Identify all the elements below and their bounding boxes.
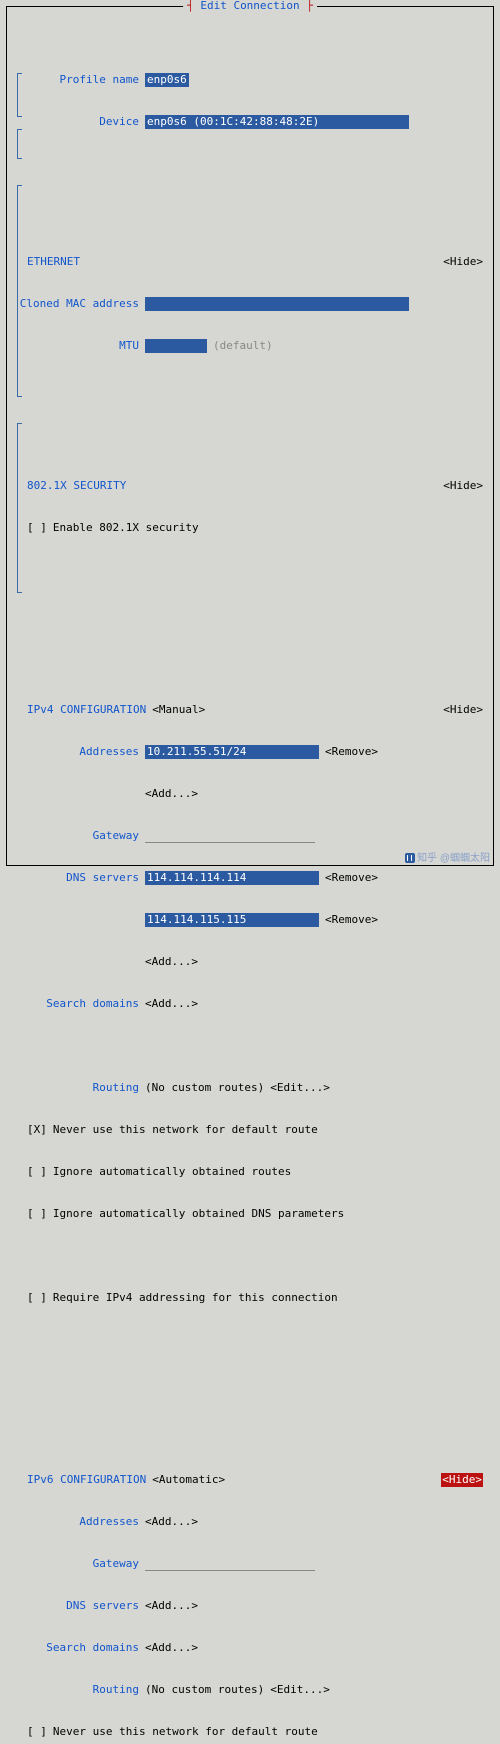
select-ipv4-mode[interactable]: <Manual> <box>152 703 205 717</box>
label-ipv4-never-default: Never use this network for default route <box>53 1123 318 1137</box>
edit-ipv6-routes[interactable]: <Edit...> <box>270 1683 330 1697</box>
row-ipv6-gateway: Gateway <box>13 1557 487 1571</box>
label-ipv6-never-default: Never use this network for default route <box>53 1725 318 1739</box>
input-ipv4-addr1[interactable]: 10.211.55.51/24 <box>145 745 319 759</box>
window-title: ┤ Edit Connection ├ <box>183 0 317 13</box>
row-enable-8021x: [ ] Enable 802.1X security <box>13 521 487 535</box>
bracket-8021x <box>17 129 22 159</box>
label-ipv6-dns: DNS servers <box>13 1599 139 1613</box>
row-ethernet-header: ETHERNET <Hide> <box>13 255 487 269</box>
input-ipv4-dns1[interactable]: 114.114.114.114 <box>145 871 319 885</box>
row-ipv4-dns1: DNS servers 114.114.114.114 <Remove> <box>13 871 487 885</box>
title-bracket-left: ┤ <box>187 0 200 12</box>
remove-ipv4-addr1[interactable]: <Remove> <box>325 745 378 759</box>
input-cloned-mac[interactable] <box>145 297 409 311</box>
watermark: 知乎 @蝈蝈太阳 <box>405 852 490 866</box>
input-mtu[interactable] <box>145 339 207 353</box>
hide-ipv4[interactable]: <Hide> <box>443 703 483 717</box>
checkbox-ipv4-require[interactable]: [ ] <box>27 1291 47 1305</box>
checkbox-ipv4-never-default[interactable]: [X] <box>27 1123 47 1137</box>
edit-ipv4-routes[interactable]: <Edit...> <box>270 1081 330 1095</box>
section-ipv6: IPv6 CONFIGURATION <box>27 1473 146 1487</box>
hide-ethernet[interactable]: <Hide> <box>443 255 483 269</box>
label-device: Device <box>13 115 139 129</box>
row-ipv6-header: IPv6 CONFIGURATION <Automatic> <Hide> <box>13 1473 487 1487</box>
label-ipv4-routing: Routing <box>13 1081 139 1095</box>
title-bracket-right: ├ <box>300 0 313 12</box>
watermark-text: 知乎 @蝈蝈太阳 <box>417 853 490 864</box>
label-ipv6-search: Search domains <box>13 1641 139 1655</box>
select-ipv6-mode[interactable]: <Automatic> <box>152 1473 225 1487</box>
add-ipv6-address[interactable]: <Add...> <box>145 1515 198 1529</box>
row-8021x-header: 802.1X SECURITY <Hide> <box>13 479 487 493</box>
input-ipv4-dns2[interactable]: 114.114.115.115 <box>145 913 319 927</box>
add-ipv4-address[interactable]: <Add...> <box>145 787 198 801</box>
add-ipv6-search[interactable]: <Add...> <box>145 1641 198 1655</box>
hide-8021x[interactable]: <Hide> <box>443 479 483 493</box>
input-ipv4-gateway[interactable] <box>145 829 315 843</box>
row-ipv6-addresses: Addresses <Add...> <box>13 1515 487 1529</box>
remove-ipv4-dns2[interactable]: <Remove> <box>325 913 378 927</box>
row-ipv6-dns: DNS servers <Add...> <box>13 1599 487 1613</box>
checkbox-enable-8021x[interactable]: [ ] <box>27 521 47 535</box>
label-profile-name: Profile name <box>13 73 139 87</box>
add-ipv4-search[interactable]: <Add...> <box>145 997 198 1011</box>
label-ipv4-addresses: Addresses <box>13 745 139 759</box>
remove-ipv4-dns1[interactable]: <Remove> <box>325 871 378 885</box>
row-ipv4-addresses: Addresses 10.211.55.51/24 <Remove> <box>13 745 487 759</box>
bracket-ipv6 <box>17 423 22 593</box>
input-ipv6-gateway[interactable] <box>145 1557 315 1571</box>
row-ipv4-gateway: Gateway <box>13 829 487 843</box>
row-ipv4-routing: Routing (No custom routes) <Edit...> <box>13 1081 487 1095</box>
label-ipv6-gateway: Gateway <box>13 1557 139 1571</box>
row-ipv6-routing: Routing (No custom routes) <Edit...> <box>13 1683 487 1697</box>
input-device[interactable]: enp0s6 (00:1C:42:88:48:2E) <box>145 115 409 129</box>
add-ipv6-dns[interactable]: <Add...> <box>145 1599 198 1613</box>
label-ipv6-addresses: Addresses <box>13 1515 139 1529</box>
add-ipv4-dns[interactable]: <Add...> <box>145 955 198 969</box>
label-mtu: MTU <box>13 339 139 353</box>
section-ethernet: ETHERNET <box>27 255 80 269</box>
checkbox-ipv4-ignore-dns[interactable]: [ ] <box>27 1207 47 1221</box>
title-text: Edit Connection <box>200 0 299 12</box>
row-ipv4-header: IPv4 CONFIGURATION <Manual> <Hide> <box>13 703 487 717</box>
text-mtu-default: (default) <box>213 339 273 353</box>
label-ipv4-ignore-routes: Ignore automatically obtained routes <box>53 1165 291 1179</box>
bracket-ethernet <box>17 73 22 117</box>
checkbox-ipv6-never-default[interactable]: [ ] <box>27 1725 47 1739</box>
row-profile-name: Profile name enp0s6 <box>13 73 487 87</box>
input-profile-name[interactable]: enp0s6 <box>145 73 189 87</box>
section-8021x: 802.1X SECURITY <box>27 479 126 493</box>
label-ipv4-require: Require IPv4 addressing for this connect… <box>53 1291 338 1305</box>
row-device: Device enp0s6 (00:1C:42:88:48:2E) <box>13 115 487 129</box>
section-ipv4: IPv4 CONFIGURATION <box>27 703 146 717</box>
label-ipv4-search: Search domains <box>13 997 139 1011</box>
bracket-ipv4 <box>17 185 22 397</box>
label-ipv4-ignore-dns: Ignore automatically obtained DNS parame… <box>53 1207 344 1221</box>
row-ipv4-addresses-add: <Add...> <box>13 787 487 801</box>
label-ipv4-dns: DNS servers <box>13 871 139 885</box>
label-ipv6-routing: Routing <box>13 1683 139 1697</box>
row-ipv6-search: Search domains <Add...> <box>13 1641 487 1655</box>
hide-ipv6[interactable]: <Hide> <box>441 1473 483 1487</box>
row-cloned-mac: Cloned MAC address <box>13 297 487 311</box>
text-ipv4-no-routes: (No custom routes) <box>145 1081 264 1095</box>
label-enable-8021x: Enable 802.1X security <box>53 521 199 535</box>
row-ipv4-search: Search domains <Add...> <box>13 997 487 1011</box>
label-ipv4-gateway: Gateway <box>13 829 139 843</box>
zhihu-icon <box>405 853 415 863</box>
text-ipv6-no-routes: (No custom routes) <box>145 1683 264 1697</box>
label-cloned-mac: Cloned MAC address <box>13 297 139 311</box>
row-ipv4-dns2: 114.114.115.115 <Remove> <box>13 913 487 927</box>
row-ipv4-dns-add: <Add...> <box>13 955 487 969</box>
row-mtu: MTU (default) <box>13 339 487 353</box>
content-area: Profile name enp0s6 Device enp0s6 (00:1C… <box>13 17 487 859</box>
checkbox-ipv4-ignore-routes[interactable]: [ ] <box>27 1165 47 1179</box>
window-frame: ┤ Edit Connection ├ Profile name enp0s6 … <box>6 6 494 866</box>
